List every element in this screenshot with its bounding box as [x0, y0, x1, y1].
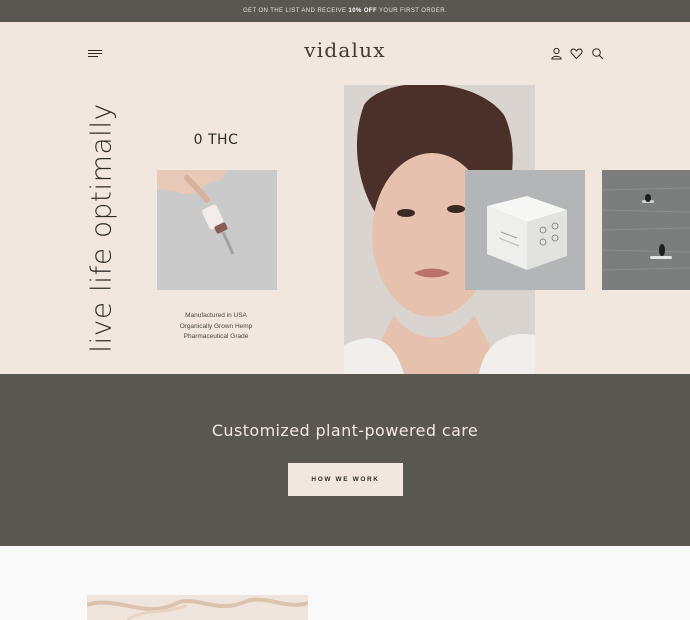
- feature-list: Manufactured in USA Organically Grown He…: [156, 311, 276, 343]
- feature-item: Organically Grown Hemp: [179, 322, 253, 330]
- product-label: 0 THC: [193, 132, 239, 148]
- announcement-highlight: 10% OFF: [348, 8, 378, 14]
- cta-band: [0, 374, 690, 546]
- dropper-illustration: [157, 170, 277, 290]
- how-we-work-button[interactable]: HOW WE WORK: [288, 463, 403, 496]
- surf-photo[interactable]: [602, 170, 690, 290]
- marble-photo[interactable]: [87, 595, 308, 620]
- feature-item: Pharmaceutical Grade: [183, 333, 249, 340]
- feature-item: Manufactured in USA: [185, 312, 247, 319]
- surf-illustration: [602, 170, 690, 290]
- marble-illustration: [87, 595, 308, 620]
- heart-icon[interactable]: [570, 47, 583, 60]
- announcement-prefix: GET ON THE LIST AND RECEIVE: [242, 8, 347, 14]
- band-title: Customized plant-powered care: [211, 421, 479, 440]
- hero-vertical-title: live life optimally: [84, 103, 118, 353]
- product-box-photo[interactable]: [465, 170, 585, 290]
- announcement-bar: GET ON THE LIST AND RECEIVE 10% OFF YOUR…: [0, 0, 690, 22]
- announcement-suffix: YOUR FIRST ORDER.: [379, 8, 448, 14]
- user-icon[interactable]: [550, 47, 563, 60]
- product-box-illustration: [465, 170, 585, 290]
- dropper-photo[interactable]: [157, 170, 277, 290]
- search-icon[interactable]: [591, 47, 604, 60]
- header-icons: [550, 47, 606, 61]
